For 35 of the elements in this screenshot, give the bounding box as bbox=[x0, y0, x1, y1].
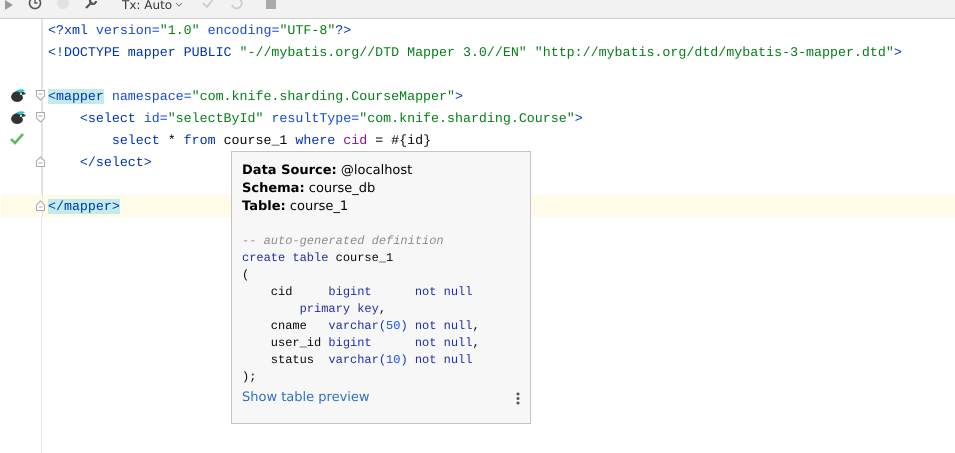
ddl-line: cid bigint not null bbox=[270, 284, 474, 301]
ddl-line: ( bbox=[242, 267, 250, 284]
code-line: <!DOCTYPE mapper PUBLIC "-//mybatis.org//DTD Mapper 3.0//EN" "http://mybatis.org/dtd/mybatis-3-mapper.dtd"> bbox=[47, 44, 902, 60]
checkmark-icon[interactable] bbox=[9, 132, 25, 146]
ddl-line: -- auto-generated definition bbox=[242, 233, 445, 250]
ddl-line: cname varchar(50) not null, bbox=[270, 318, 481, 335]
caret-icon bbox=[175, 2, 184, 8]
bird-icon[interactable] bbox=[9, 88, 27, 104]
bird-icon[interactable] bbox=[9, 110, 27, 126]
ddl-line: create table course_1 bbox=[242, 250, 394, 267]
code-line: select * from course_1 where cid = #{id} bbox=[110, 132, 432, 148]
wrench-icon[interactable] bbox=[84, 0, 98, 10]
clock-icon[interactable] bbox=[28, 0, 42, 10]
ddl-line: ); bbox=[242, 369, 258, 386]
more-options-icon[interactable] bbox=[516, 392, 520, 405]
info-line: Schema: course_db bbox=[242, 180, 376, 198]
code-line: <select id="selectById" resultType="com.knife.sharding.Course"> bbox=[78, 110, 583, 126]
ddl-line: status varchar(10) not null bbox=[270, 352, 474, 369]
fold-icon[interactable] bbox=[36, 112, 45, 123]
show-table-preview-link[interactable]: Show table preview bbox=[242, 390, 370, 405]
fold-icon[interactable] bbox=[36, 90, 45, 101]
info-line: Data Source: @localhost bbox=[242, 162, 414, 180]
stop-icon[interactable] bbox=[265, 0, 278, 10]
undo-icon[interactable] bbox=[229, 0, 244, 10]
checkmark-icon[interactable] bbox=[201, 0, 216, 10]
ddl-line: user_id bigint not null, bbox=[270, 335, 481, 352]
code-line: </select> bbox=[78, 154, 152, 170]
code-line: <mapper namespace="com.knife.sharding.CourseMapper"> bbox=[47, 88, 463, 104]
transaction-mode-dropdown[interactable]: Tx: Auto bbox=[122, 0, 184, 12]
fold-icon[interactable] bbox=[36, 200, 45, 211]
info-line: Table: course_1 bbox=[242, 198, 350, 216]
play-icon[interactable] bbox=[4, 0, 14, 10]
ddl-line: primary key, bbox=[298, 301, 388, 318]
fold-icon[interactable] bbox=[36, 156, 45, 167]
code-line: <?xml version="1.0" encoding="UTF-8"?> bbox=[47, 22, 352, 38]
